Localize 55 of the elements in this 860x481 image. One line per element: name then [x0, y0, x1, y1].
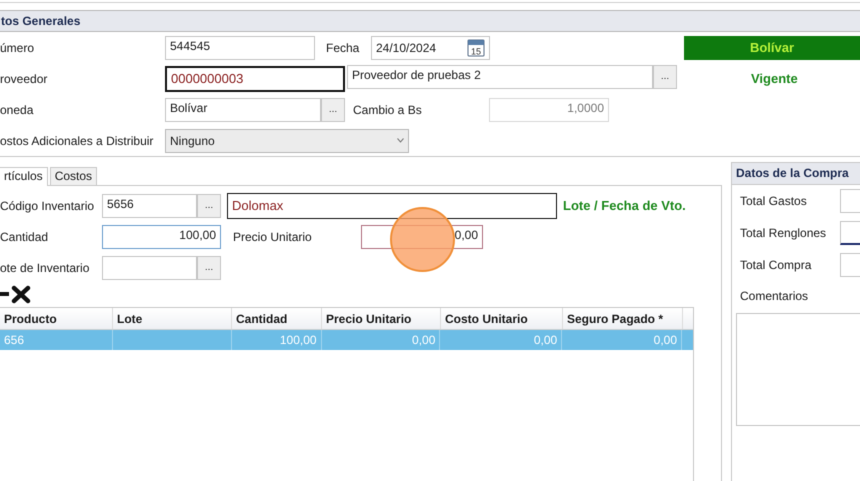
- batch-field[interactable]: [102, 256, 197, 280]
- field-label: Total Compra: [740, 257, 812, 274]
- browse-button[interactable]: ...: [321, 98, 345, 122]
- comments-field[interactable]: [736, 313, 860, 426]
- table-cell: 656: [0, 330, 113, 350]
- field-label: Fecha: [326, 40, 360, 56]
- total-field[interactable]: [840, 253, 860, 277]
- browse-button[interactable]: ...: [197, 194, 221, 218]
- currency-badge: Bolívar: [684, 36, 860, 60]
- field-label: Comentarios: [740, 288, 810, 305]
- field-label: Código Inventario: [0, 198, 96, 214]
- minus-icon[interactable]: [0, 292, 9, 296]
- field-label: Cantidad: [0, 228, 50, 246]
- date-field[interactable]: 24/10/2024 15: [371, 36, 490, 60]
- field-label: Total Gastos: [740, 193, 808, 210]
- close-icon[interactable]: [11, 284, 31, 304]
- browse-button[interactable]: ...: [197, 256, 221, 280]
- total-field[interactable]: [840, 189, 860, 213]
- browse-button[interactable]: ...: [653, 64, 677, 88]
- tab[interactable]: Costos: [50, 167, 98, 185]
- section-header: tos Generales: [0, 10, 860, 32]
- field-label: Precio Unitario: [233, 228, 313, 246]
- column-header: Cantidad: [232, 308, 322, 329]
- calendar-icon[interactable]: 15: [467, 38, 485, 56]
- quantity-field[interactable]: 100,00: [102, 224, 221, 248]
- currency-field[interactable]: Bolívar: [165, 98, 321, 122]
- column-header: Producto: [0, 308, 113, 329]
- field-label: ostos Adicionales a Distribuir: [0, 132, 154, 150]
- costs-select[interactable]: Ninguno: [165, 128, 409, 152]
- total-field[interactable]: [840, 221, 860, 245]
- supplier-code-field[interactable]: 0000000003: [165, 66, 345, 92]
- status-text: Vigente: [751, 70, 798, 88]
- field-label: Cambio a Bs: [353, 102, 423, 118]
- exchange-rate-field[interactable]: 1,0000: [489, 98, 609, 122]
- batch-date-link[interactable]: Lote / Fecha de Vto.: [563, 196, 686, 216]
- field-label: roveedor: [0, 70, 48, 88]
- inventory-code-field[interactable]: 5656: [102, 194, 197, 218]
- field-label: úmero: [0, 40, 36, 56]
- column-header: Precio Unitario: [322, 308, 441, 329]
- table-cell: 0,00: [322, 330, 440, 350]
- field-label: ote de Inventario: [0, 260, 90, 276]
- table-cell: 0,00: [562, 330, 682, 350]
- table-cell: 100,00: [232, 330, 322, 350]
- column-header: Lote: [113, 308, 232, 329]
- supplier-name-field[interactable]: Proveedor de pruebas 2: [347, 64, 653, 88]
- field-label: oneda: [0, 102, 34, 118]
- panel-header: Datos de la Compra: [731, 162, 860, 185]
- field-label: Total Renglones: [740, 225, 828, 242]
- column-header: Costo Unitario: [441, 308, 563, 329]
- description-field[interactable]: Dolomax: [227, 192, 557, 218]
- chevron-down-icon: [397, 138, 404, 143]
- number-field[interactable]: 544545: [165, 36, 315, 60]
- column-header: Seguro Pagado *: [563, 308, 683, 329]
- table-cell: 0,00: [440, 330, 562, 350]
- tab[interactable]: rtículos: [0, 167, 48, 186]
